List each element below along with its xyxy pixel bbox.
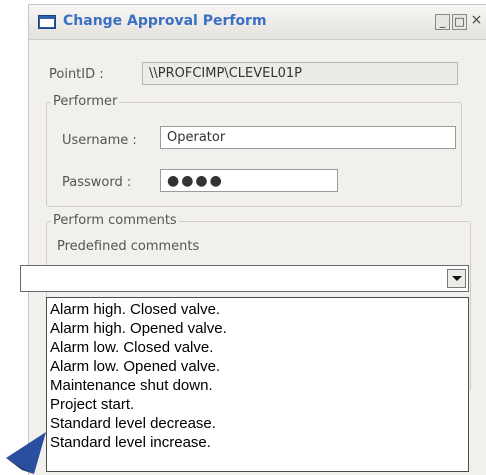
performer-legend: Performer [51, 94, 120, 109]
dropdown-option[interactable]: Alarm high. Opened valve. [50, 319, 468, 338]
maximize-button[interactable]: □ [452, 14, 467, 30]
dropdown-option[interactable]: Maintenance shut down. [50, 376, 468, 395]
predefined-comments-combobox[interactable] [20, 265, 469, 292]
pointid-field: \\PROFCIMP\CLEVEL01P [142, 62, 458, 85]
dropdown-option[interactable]: Standard level increase. [50, 433, 468, 452]
password-label: Password : [62, 175, 132, 190]
window-title: Change Approval Perform [63, 13, 267, 29]
username-label: Username : [62, 133, 137, 148]
dropdown-option[interactable]: Project start. [50, 395, 468, 414]
password-input[interactable]: ●●●● [160, 169, 338, 192]
pointid-label: PointID : [49, 67, 104, 82]
perform-comments-legend: Perform comments [51, 213, 179, 228]
predefined-comments-label: Predefined comments [57, 239, 200, 254]
title-bar[interactable]: Change Approval Perform _ □ × [29, 5, 486, 40]
window-controls: _ □ × [433, 13, 484, 32]
dropdown-option[interactable]: Standard level decrease. [50, 414, 468, 433]
pointer-arrow-icon [6, 432, 46, 474]
username-input[interactable]: Operator [160, 126, 456, 149]
dropdown-arrow-icon[interactable] [447, 269, 466, 288]
window-app-icon [38, 15, 56, 29]
predefined-comments-dropdown: Alarm high. Closed valve. Alarm high. Op… [46, 297, 469, 472]
minimize-button[interactable]: _ [435, 14, 450, 30]
dropdown-option[interactable]: Alarm high. Closed valve. [50, 300, 468, 319]
dropdown-option[interactable]: Alarm low. Closed valve. [50, 338, 468, 357]
dropdown-option[interactable]: Alarm low. Opened valve. [50, 357, 468, 376]
close-button[interactable]: × [469, 13, 484, 30]
